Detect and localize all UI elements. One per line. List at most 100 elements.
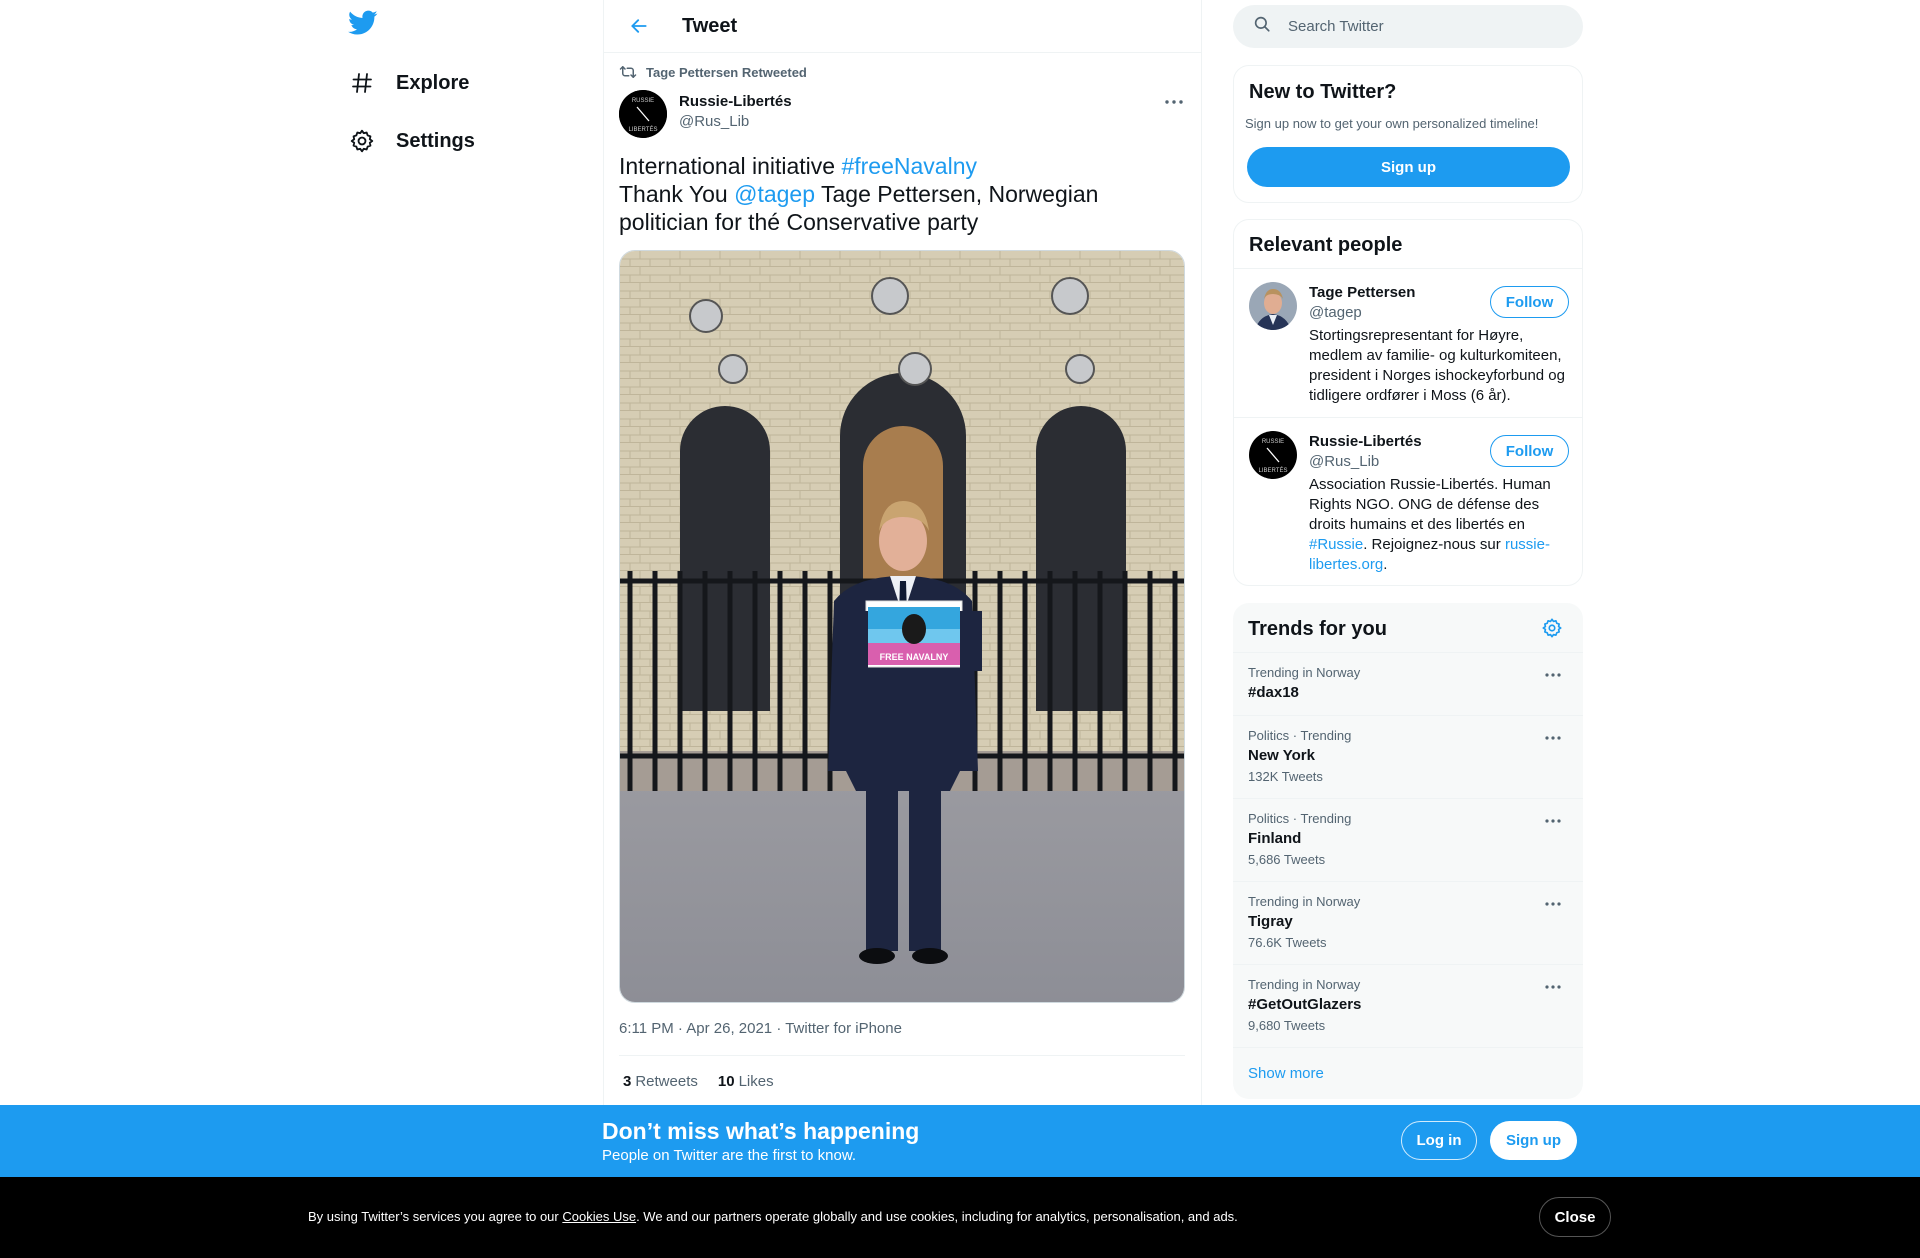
author-handle[interactable]: @Rus_Lib [679,113,749,130]
gear-icon [348,127,376,155]
tweet-header: Tweet [604,0,1201,53]
divider [1234,268,1582,269]
trend-item[interactable]: Trending in Norway #GetOutGlazers 9,680 … [1233,964,1583,1047]
trend-count: 76.6K Tweets [1248,935,1327,950]
person-name[interactable]: Russie-Libertés [1309,433,1422,450]
more-options-icon[interactable] [1159,92,1189,112]
cookies-use-link[interactable]: Cookies Use [562,1209,636,1224]
twitter-logo-icon[interactable] [348,10,380,42]
follow-button[interactable]: Follow [1490,286,1569,318]
person-avatar[interactable]: RUSSIE LIBERTÉS [1249,431,1297,479]
relevant-people-title: Relevant people [1249,234,1403,256]
nav-explore[interactable]: Explore [348,63,469,103]
new-to-twitter-title: New to Twitter? [1249,81,1397,103]
divider [1234,417,1582,418]
tweet-text: International initiative #freeNavalny Th… [619,152,1179,236]
trends-card: Trends for you Trending in Norway #dax18… [1233,603,1583,1099]
svg-text:LIBERTÉS: LIBERTÉS [1259,467,1288,474]
sidebar-signup-button[interactable]: Sign up [1247,147,1570,187]
trend-item[interactable]: Politics · Trending Finland 5,686 Tweets [1233,798,1583,881]
person-bio: Stortingsrepresentant for Høyre, medlem … [1309,327,1565,404]
tweet-source[interactable]: Twitter for iPhone [785,1020,902,1037]
tweet-author: RUSSIE LIBERTÉS Russie-Libertés @Rus_Lib [619,90,1189,138]
cookie-text-part: . We and our partners operate globally a… [636,1209,1238,1224]
trends-title: Trends for you [1248,618,1387,640]
retweets-stat[interactable]: 3 Retweets [623,1073,698,1090]
bio-text: . Rejoignez-nous sur [1363,536,1505,553]
more-options-icon[interactable] [1541,979,1565,995]
follow-button[interactable]: Follow [1490,435,1569,467]
login-button[interactable]: Log in [1401,1121,1477,1160]
bio-text: Association Russie-Libertés. Human Right… [1309,476,1551,533]
trend-context: Politics · Trending [1248,728,1352,743]
more-options-icon[interactable] [1541,730,1565,746]
signup-prompt-bar: Don’t miss what’s happening People on Tw… [0,1105,1920,1177]
tweet-photo[interactable]: FREE NAVALNY [619,250,1185,1003]
trend-name: New York [1248,747,1315,764]
show-more-link[interactable]: Show more [1248,1065,1324,1082]
nav-settings[interactable]: Settings [348,121,475,161]
person-avatar[interactable] [1249,282,1297,330]
trend-context: Trending in Norway [1248,894,1361,909]
new-to-twitter-card: New to Twitter? Sign up now to get your … [1233,65,1583,203]
main-column: Tweet Tage Pettersen Retweeted RUSSIE LIB… [603,0,1202,1258]
person-bio: Association Russie-Libertés. Human Right… [1309,475,1571,575]
retweets-count: 3 [623,1073,632,1090]
tweet-metadata: 6:11 PM · Apr 26, 2021 · Twitter for iPh… [619,1020,902,1037]
cta-title: Don’t miss what’s happening [602,1118,920,1144]
author-name[interactable]: Russie-Libertés [679,93,792,110]
new-to-twitter-subtitle: Sign up now to get your own personalized… [1245,116,1539,131]
trend-item[interactable]: Trending in Norway Tigray 76.6K Tweets [1233,881,1583,964]
trend-item[interactable]: Trending in Norway #dax18 [1233,652,1583,715]
search-input[interactable] [1288,18,1558,35]
trend-name: #GetOutGlazers [1248,996,1362,1013]
trend-count: 5,686 Tweets [1248,852,1326,867]
trend-context: Trending in Norway [1248,665,1361,680]
search-box[interactable] [1233,5,1583,48]
more-options-icon[interactable] [1541,667,1565,683]
search-icon [1253,15,1271,38]
trend-context: Trending in Norway [1248,977,1361,992]
relevant-people-card: Relevant people Tage Pettersen @tagep Fo… [1233,219,1583,586]
cookie-close-button[interactable]: Close [1539,1197,1611,1237]
cookie-banner: By using Twitter’s services you agree to… [0,1177,1920,1258]
person-tage-pettersen[interactable]: Tage Pettersen @tagep Follow Stortingsre… [1249,282,1569,412]
person-name[interactable]: Tage Pettersen [1309,284,1415,301]
trends-settings-gear-icon[interactable] [1541,617,1563,639]
author-avatar[interactable]: RUSSIE LIBERTÉS [619,90,667,138]
more-options-icon[interactable] [1541,896,1565,912]
back-arrow-icon[interactable] [622,9,656,43]
divider [1233,1047,1583,1048]
tweet-text-part: International initiative [619,153,842,179]
retweeted-by-label: Tage Pettersen Retweeted [646,64,807,80]
trend-count: 132K Tweets [1248,769,1323,784]
person-russie-libertes[interactable]: RUSSIE LIBERTÉS Russie-Libertés @Rus_Lib … [1249,431,1569,573]
nav-explore-label: Explore [396,71,470,94]
nav-settings-label: Settings [396,129,475,152]
cta-subtitle: People on Twitter are the first to know. [602,1147,857,1164]
more-options-icon[interactable] [1541,813,1565,829]
likes-count: 10 [717,1073,735,1090]
trend-name: #dax18 [1248,684,1299,701]
trend-name: Tigray [1248,913,1293,930]
trend-item[interactable]: Politics · Trending New York 132K Tweets [1233,715,1583,798]
bio-hashtag-link[interactable]: #Russie [1309,536,1363,553]
trend-count: 9,680 Tweets [1248,1018,1326,1033]
tweet-timestamp[interactable]: 6:11 PM · Apr 26, 2021 [619,1020,772,1037]
retweets-label: Retweets [635,1073,698,1090]
tweet-text-part: Thank You [619,181,735,207]
meta-separator: · [772,1020,786,1037]
likes-stat[interactable]: 10 Likes [718,1073,774,1090]
svg-text:LIBERTÉS: LIBERTÉS [629,126,658,133]
person-handle[interactable]: @Rus_Lib [1309,453,1379,470]
retweeted-by[interactable]: Tage Pettersen Retweeted [619,64,807,80]
page-title: Tweet [682,14,738,37]
trend-name: Finland [1248,830,1302,847]
mention-link[interactable]: @tagep [734,181,815,207]
signup-button[interactable]: Sign up [1490,1121,1577,1160]
person-handle[interactable]: @tagep [1309,304,1362,321]
tweet-stats: 3 Retweets 10 Likes [623,1073,774,1090]
divider [619,1055,1185,1056]
hashtag-link[interactable]: #freeNavalny [841,153,977,179]
trend-context: Politics · Trending [1248,811,1352,826]
